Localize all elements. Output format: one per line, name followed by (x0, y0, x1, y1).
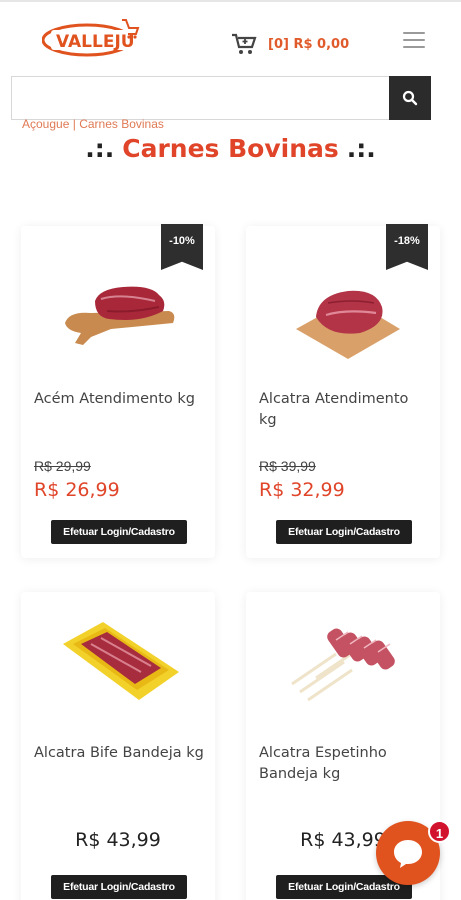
page-title: .:. Carnes Bovinas .:. (0, 134, 461, 163)
login-register-button[interactable]: Efetuar Login/Cadastro (51, 520, 187, 544)
current-price: R$ 43,99 (75, 829, 161, 851)
product-name[interactable]: Alcatra Espetinho Bandeja kg (259, 743, 429, 785)
title-text: Carnes Bovinas (122, 134, 339, 163)
product-card[interactable]: Alcatra Bife Bandeja kg R$ 43,99 Efetuar… (21, 592, 215, 900)
breadcrumb-carnes-bovinas[interactable]: Carnes Bovinas (79, 117, 164, 131)
chat-notification-badge: 1 (428, 820, 451, 843)
breadcrumb-acougue[interactable]: Açougue (22, 117, 69, 131)
chat-icon (394, 840, 422, 868)
search-bar (11, 76, 431, 120)
breadcrumb-separator: | (72, 117, 76, 131)
cart-summary[interactable]: [0] R$ 0,00 (230, 32, 349, 56)
login-register-button[interactable]: Efetuar Login/Cadastro (51, 875, 187, 899)
header: VALLEJU [0] R$ 0,00 (0, 0, 461, 78)
login-register-button[interactable]: Efetuar Login/Cadastro (276, 520, 412, 544)
title-ornament-right: .:. (346, 134, 376, 163)
old-price: R$ 29,99 (34, 458, 91, 474)
hamburger-menu-icon[interactable] (403, 32, 425, 50)
product-image-espetinho[interactable] (276, 614, 410, 704)
breadcrumb: Açougue | Carnes Bovinas (22, 117, 164, 131)
old-price: R$ 39,99 (259, 458, 316, 474)
title-ornament-left: .:. (85, 134, 115, 163)
current-price: R$ 32,99 (259, 479, 345, 501)
product-name[interactable]: Alcatra Bife Bandeja kg (34, 743, 204, 764)
product-card[interactable]: -18% Alcatra Atendimento kg R$ 39,99 R$ … (246, 224, 440, 558)
svg-text:VALLEJU: VALLEJU (56, 32, 135, 52)
product-name[interactable]: Acém Atendimento kg (34, 389, 204, 410)
current-price: R$ 26,99 (34, 479, 120, 501)
discount-badge: -18% (386, 224, 428, 270)
product-card[interactable]: -10% Acém Atendimento kg R$ 29,99 R$ 26,… (21, 224, 215, 558)
product-name[interactable]: Alcatra Atendimento kg (259, 389, 429, 431)
cart-total: [0] R$ 0,00 (268, 36, 350, 52)
product-image-bife-bandeja[interactable] (51, 614, 185, 704)
search-icon (402, 90, 418, 106)
valleju-logo[interactable]: VALLEJU (42, 16, 142, 58)
cart-icon (232, 33, 257, 54)
product-image-acem[interactable] (51, 271, 185, 361)
product-image-alcatra[interactable] (276, 271, 410, 361)
search-input[interactable] (11, 76, 389, 120)
discount-badge: -10% (161, 224, 203, 270)
search-button[interactable] (389, 76, 431, 120)
